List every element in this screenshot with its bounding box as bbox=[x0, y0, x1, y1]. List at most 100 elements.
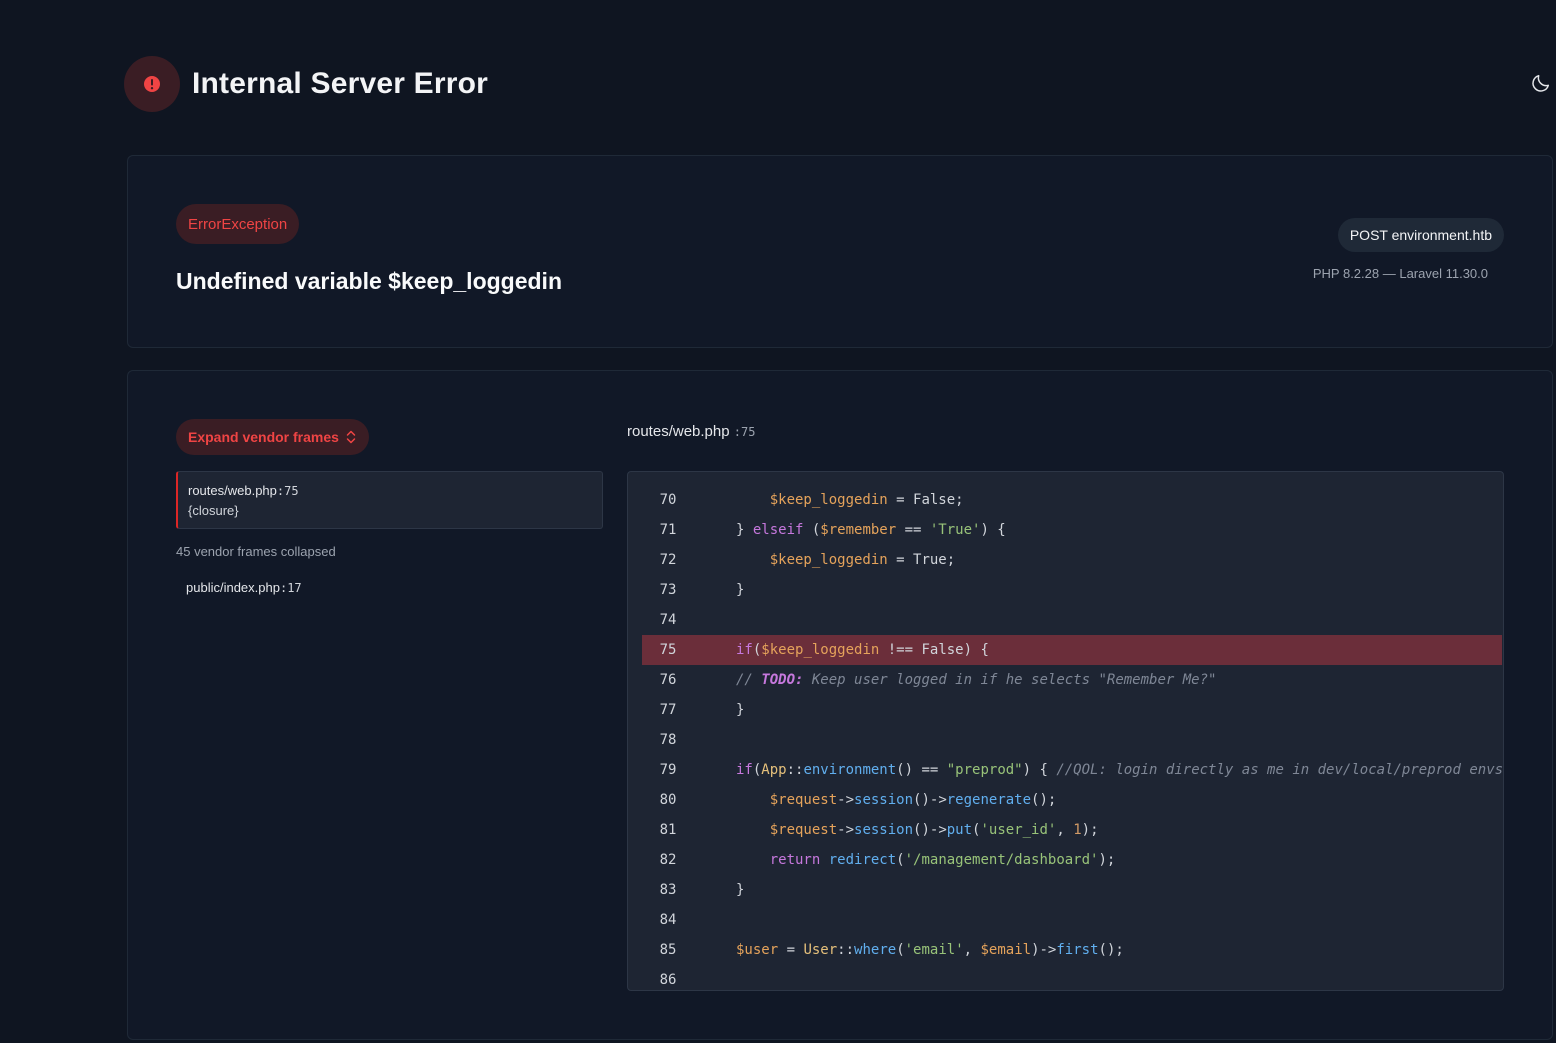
code-token: == bbox=[896, 522, 930, 538]
code-token: )-> bbox=[1031, 942, 1057, 958]
line-number: 85 bbox=[659, 942, 677, 958]
line-number: 83 bbox=[659, 882, 677, 898]
page-title: Internal Server Error bbox=[192, 67, 488, 100]
code-token: $request bbox=[769, 822, 838, 838]
code-token: regenerate bbox=[946, 792, 1032, 808]
code-token: App bbox=[761, 762, 787, 778]
code-token: ()-> bbox=[913, 792, 947, 808]
stack-frame-active[interactable]: routes/web.php:75 {closure} bbox=[176, 471, 603, 529]
code-line: 70 $keep_loggedin = False; bbox=[642, 485, 1502, 515]
version-info: PHP 8.2.28 — Laravel 11.30.0 bbox=[1312, 266, 1488, 281]
line-number: 80 bbox=[659, 792, 677, 808]
code-token: } bbox=[736, 882, 745, 898]
code-token: 'user_id' bbox=[980, 822, 1057, 838]
code-line: 71} elseif ($remember == 'True') { bbox=[642, 515, 1502, 545]
line-source: if(App::environment() == "preprod") { //… bbox=[694, 762, 1502, 778]
code-snippet: 70 $keep_loggedin = False; 71} elseif ($r… bbox=[627, 471, 1504, 991]
code-token: return bbox=[769, 852, 821, 868]
code-line: 74 bbox=[642, 605, 1502, 635]
line-source: $keep_loggedin = False; bbox=[694, 492, 964, 508]
code-token: TODO: bbox=[761, 672, 804, 688]
moon-icon bbox=[1532, 74, 1550, 92]
code-token: '/management/dashboard' bbox=[904, 852, 1099, 868]
code-token: :: bbox=[786, 762, 804, 778]
code-token: $keep_loggedin bbox=[761, 642, 880, 658]
line-source: $keep_loggedin = True; bbox=[694, 552, 955, 568]
code-token: $remember bbox=[820, 522, 897, 538]
code-token: first bbox=[1056, 942, 1099, 958]
line-source: return redirect('/management/dashboard')… bbox=[694, 852, 1116, 868]
line-number: 78 bbox=[659, 732, 677, 748]
exception-class-badge: ErrorException bbox=[176, 204, 300, 244]
code-token: :: bbox=[837, 942, 855, 958]
line-source: } elseif ($remember == 'True') { bbox=[694, 522, 1006, 538]
code-token: if bbox=[736, 642, 753, 658]
code-token: = False; bbox=[887, 492, 964, 508]
line-source: $request->session()->put('user_id', 1); bbox=[694, 822, 1099, 838]
line-number: 72 bbox=[659, 552, 677, 568]
code-token: Keep user logged in if he selects "Remem… bbox=[803, 672, 1217, 688]
code-token: () == bbox=[896, 762, 947, 778]
code-token: User bbox=[803, 942, 838, 958]
code-token: (); bbox=[1031, 792, 1057, 808]
code-token: , bbox=[963, 942, 981, 958]
line-number: 84 bbox=[659, 912, 677, 928]
code-token: if bbox=[736, 762, 753, 778]
page-header: Internal Server Error bbox=[124, 56, 488, 112]
vendor-frames-collapsed[interactable]: 45 vendor frames collapsed bbox=[176, 544, 336, 559]
code-line: 83} bbox=[642, 875, 1502, 905]
frame-line: :17 bbox=[279, 581, 302, 595]
code-token: ); bbox=[1081, 822, 1099, 838]
frame-file: public/index.php bbox=[186, 580, 280, 595]
code-line: 73} bbox=[642, 575, 1502, 605]
line-number: 76 bbox=[659, 672, 677, 688]
code-token: 1 bbox=[1073, 822, 1082, 838]
line-source: } bbox=[694, 702, 744, 718]
code-file-path: routes/web.php :75 bbox=[627, 423, 755, 440]
code-token: ()-> bbox=[913, 822, 947, 838]
code-token: = True; bbox=[887, 552, 956, 568]
code-line: 72 $keep_loggedin = True; bbox=[642, 545, 1502, 575]
frame-line: :75 bbox=[276, 484, 299, 498]
code-token: (); bbox=[1098, 942, 1124, 958]
code-token: ); bbox=[1098, 852, 1116, 868]
code-file-line: :75 bbox=[733, 425, 756, 439]
line-source: } bbox=[694, 582, 744, 598]
error-page: Internal Server Error ErrorException Und… bbox=[0, 0, 1556, 1043]
error-icon-badge bbox=[124, 56, 180, 112]
code-token: } bbox=[736, 522, 753, 538]
code-line: 85 $user = User::where('email', $email)->… bbox=[642, 935, 1502, 965]
theme-toggle-button[interactable] bbox=[1530, 72, 1554, 96]
code-token: elseif bbox=[752, 522, 804, 538]
code-token: 'True' bbox=[929, 522, 981, 538]
code-token: -> bbox=[837, 792, 855, 808]
code-line: 80 $request->session()->regenerate(); bbox=[642, 785, 1502, 815]
expand-vendor-frames-button[interactable]: Expand vendor frames bbox=[176, 419, 369, 455]
request-badge: POST environment.htb bbox=[1337, 218, 1504, 252]
code-token: !== False) { bbox=[879, 642, 989, 658]
code-token: $keep_loggedin bbox=[769, 552, 888, 568]
line-source: } bbox=[694, 882, 744, 898]
line-number: 81 bbox=[659, 822, 677, 838]
code-token: session bbox=[854, 792, 914, 808]
code-token: //QOL: login directly as me in dev/local… bbox=[1056, 762, 1502, 778]
code-token: $email bbox=[980, 942, 1032, 958]
code-token: "preprod" bbox=[946, 762, 1023, 778]
line-number: 79 bbox=[659, 762, 677, 778]
line-number: 77 bbox=[659, 702, 677, 718]
expand-vendor-frames-label: Expand vendor frames bbox=[188, 429, 339, 445]
code-token: $user bbox=[736, 942, 779, 958]
code-token: put bbox=[946, 822, 973, 838]
code-token: } bbox=[736, 702, 745, 718]
chevron-up-down-icon bbox=[346, 430, 356, 444]
stack-trace-panel: Expand vendor frames routes/web.php:75 {… bbox=[127, 370, 1553, 1040]
code-token: // bbox=[736, 672, 762, 688]
code-file-name: routes/web.php bbox=[627, 423, 730, 440]
stack-frame-item[interactable]: public/index.php:17 bbox=[186, 580, 302, 595]
code-token: $request bbox=[769, 792, 838, 808]
line-number: 86 bbox=[659, 972, 677, 988]
